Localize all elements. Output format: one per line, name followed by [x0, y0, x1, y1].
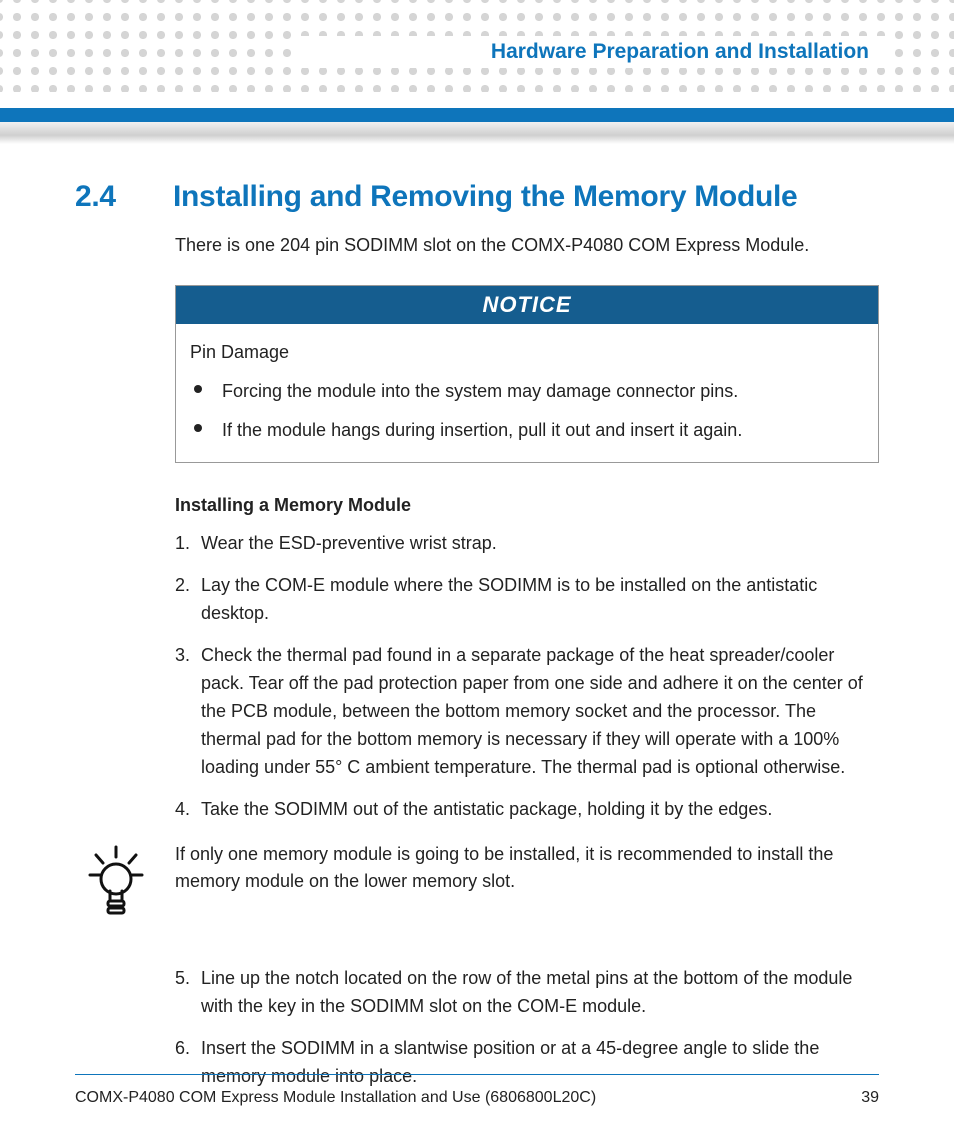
footer-page-number: 39: [861, 1089, 879, 1107]
footer-doc-title: COMX-P4080 COM Express Module Installati…: [75, 1089, 596, 1107]
section-heading: 2.4 Installing and Removing the Memory M…: [75, 180, 879, 214]
step-text: Wear the ESD-preventive wrist strap.: [201, 533, 497, 553]
footer-rule: [75, 1074, 879, 1075]
header-gray-rule: [0, 122, 954, 144]
notice-box: NOTICE Pin Damage Forcing the module int…: [175, 285, 879, 463]
step-item: 3.Check the thermal pad found in a separ…: [175, 642, 879, 781]
steps-list-continued: 5.Line up the notch located on the row o…: [175, 965, 879, 1091]
section-number: 2.4: [75, 180, 135, 214]
tip-text: If only one memory module is going to be…: [175, 841, 879, 895]
notice-bullet: Forcing the module into the system may d…: [190, 377, 864, 406]
section-title: Installing and Removing the Memory Modul…: [173, 180, 797, 214]
step-text: Lay the COM-E module where the SODIMM is…: [201, 575, 817, 623]
step-text: Insert the SODIMM in a slantwise positio…: [201, 1038, 819, 1086]
step-item: 6.Insert the SODIMM in a slantwise posit…: [175, 1035, 879, 1091]
step-text: Line up the notch located on the row of …: [201, 968, 852, 1016]
procedure-heading: Installing a Memory Module: [175, 495, 879, 516]
notice-bullet: If the module hangs during insertion, pu…: [190, 416, 864, 445]
step-text: Check the thermal pad found in a separat…: [201, 645, 863, 777]
chapter-title: Hardware Preparation and Installation: [491, 40, 869, 64]
tip-callout: If only one memory module is going to be…: [75, 841, 879, 917]
page-footer: COMX-P4080 COM Express Module Installati…: [75, 1089, 879, 1107]
notice-header: NOTICE: [176, 286, 878, 324]
lightbulb-icon: [75, 841, 157, 917]
step-text: Take the SODIMM out of the antistatic pa…: [201, 799, 772, 819]
step-item: 5.Line up the notch located on the row o…: [175, 965, 879, 1021]
notice-subtitle: Pin Damage: [190, 338, 864, 367]
intro-paragraph: There is one 204 pin SODIMM slot on the …: [175, 232, 879, 259]
step-item: 2.Lay the COM-E module where the SODIMM …: [175, 572, 879, 628]
step-item: 1.Wear the ESD-preventive wrist strap.: [175, 530, 879, 558]
steps-list: 1.Wear the ESD-preventive wrist strap. 2…: [175, 530, 879, 823]
header-blue-rule: [0, 108, 954, 122]
step-item: 4.Take the SODIMM out of the antistatic …: [175, 796, 879, 824]
